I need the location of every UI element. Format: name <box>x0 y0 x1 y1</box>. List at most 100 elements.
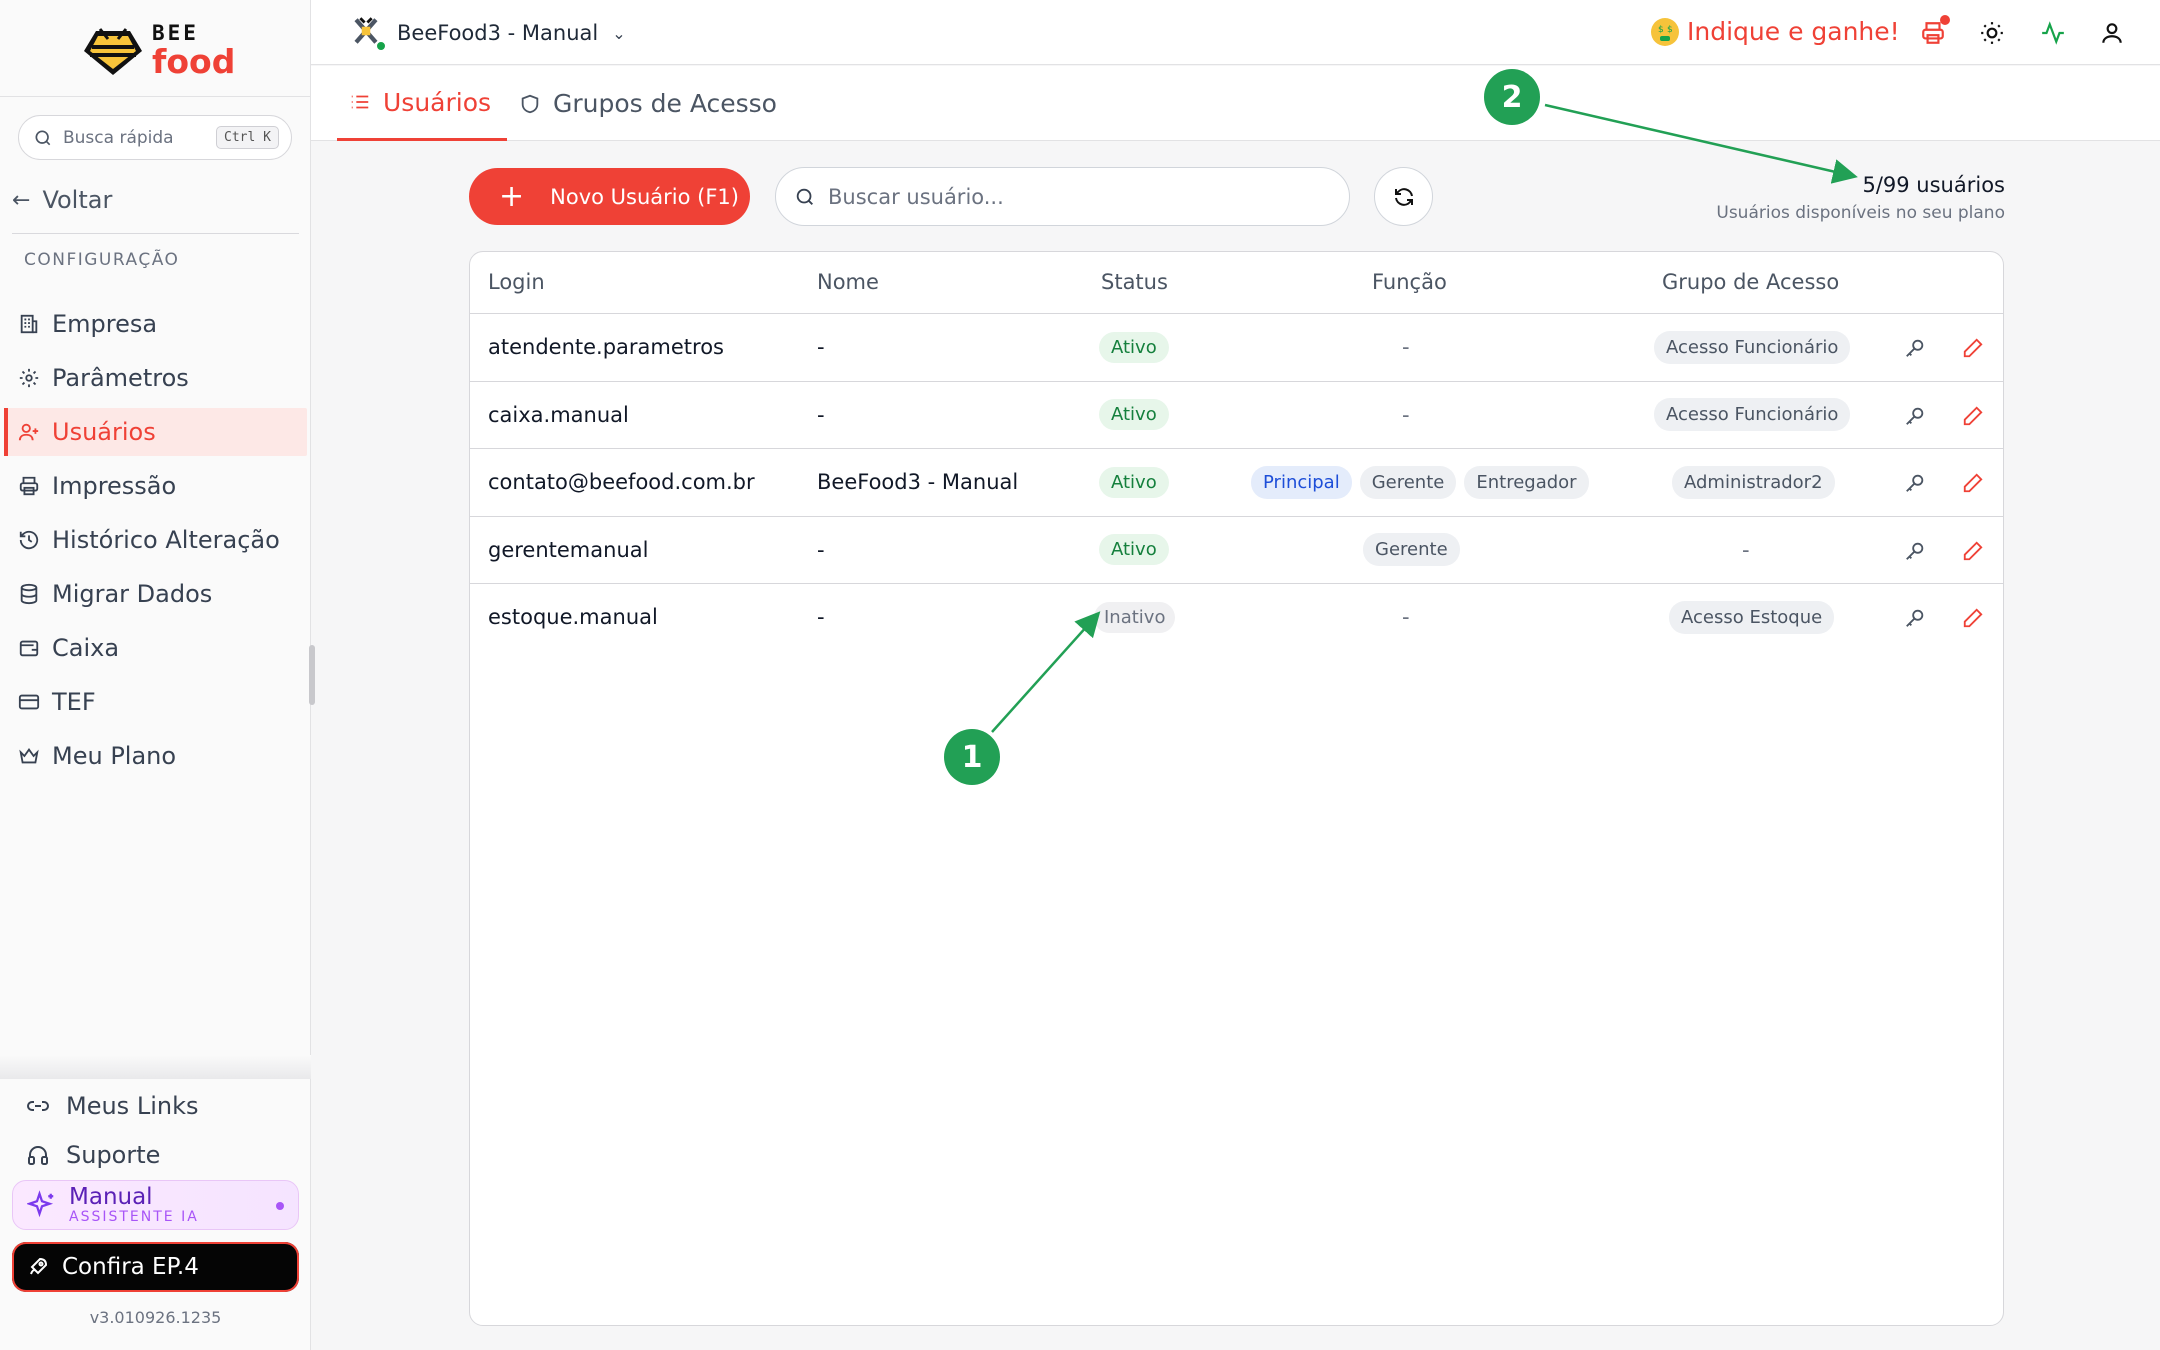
user-menu-button[interactable] <box>2097 18 2127 48</box>
status-badge: Ativo <box>1099 534 1169 565</box>
cell-login: contato@beefood.com.br <box>488 470 755 494</box>
key-icon[interactable] <box>1902 538 1928 564</box>
access-group-chip: Acesso Funcionário <box>1654 330 1851 364</box>
edit-icon[interactable] <box>1960 538 1986 564</box>
table-row[interactable]: estoque.manual - Inativo - Acesso Estoqu… <box>470 584 2003 652</box>
printer-status-button[interactable] <box>1918 15 1950 48</box>
cell-nome: - <box>817 605 825 629</box>
cell-funcao: - <box>1402 605 1410 629</box>
theme-toggle[interactable] <box>1977 18 2007 48</box>
edit-icon[interactable] <box>1960 605 1986 631</box>
role-chip: Entregador <box>1464 465 1589 499</box>
database-icon <box>16 581 42 607</box>
online-status-dot <box>375 40 387 52</box>
sidebar-item-tef[interactable]: TEF <box>4 678 307 726</box>
column-header-funcao[interactable]: Função <box>1372 270 1447 294</box>
sun-icon <box>1981 22 2003 44</box>
users-icon <box>16 419 42 445</box>
quick-search[interactable]: Busca rápida Ctrl K <box>18 115 292 160</box>
app-version: v3.010926.1235 <box>89 1308 222 1327</box>
sidebar-item-label: Parâmetros <box>52 364 189 392</box>
company-name: BeeFood3 - Manual <box>397 21 599 45</box>
sidebar-item-impressao[interactable]: Impressão <box>4 462 307 510</box>
sidebar: BEE food Busca rápida Ctrl K ← Voltar CO… <box>0 0 315 1350</box>
cell-grupo: - <box>1742 537 1750 562</box>
sidebar-item-historico[interactable]: Histórico Alteração <box>4 516 307 564</box>
support-link[interactable]: Suporte <box>26 1141 160 1169</box>
status-dot <box>276 1202 284 1210</box>
episode-button[interactable]: Confira EP.4 <box>12 1242 299 1292</box>
tab-bar: Usuários Grupos de Acesso <box>311 66 2160 141</box>
table-row[interactable]: gerentemanual - Ativo Gerente - <box>470 517 2003 584</box>
arrow-left-icon: ← <box>12 187 31 213</box>
settings-menu: Empresa Parâmetros Usuários Impressão Hi… <box>4 300 307 786</box>
new-user-button[interactable]: + Novo Usuário (F1) <box>469 168 750 225</box>
crown-icon <box>16 743 42 769</box>
edit-icon[interactable] <box>1960 403 1986 429</box>
table-row[interactable]: atendente.parametros - Ativo - Acesso Fu… <box>470 314 2003 382</box>
sidebar-item-empresa[interactable]: Empresa <box>4 300 307 348</box>
list-icon <box>349 91 371 113</box>
printer-icon <box>16 473 42 499</box>
search-input[interactable] <box>828 184 1308 209</box>
cell-login: atendente.parametros <box>488 335 724 359</box>
sidebar-item-migrar-dados[interactable]: Migrar Dados <box>4 570 307 618</box>
sidebar-item-label: Meu Plano <box>52 742 177 770</box>
tab-grupos-de-acesso[interactable]: Grupos de Acesso <box>519 66 777 141</box>
bee-logo-icon <box>84 28 142 75</box>
annotation-marker-2: 2 <box>1484 69 1540 125</box>
referral-link[interactable]: $ $ Indique e ganhe! <box>1651 17 1900 46</box>
sidebar-item-parametros[interactable]: Parâmetros <box>4 354 307 402</box>
key-icon[interactable] <box>1902 335 1928 361</box>
status-badge: Ativo <box>1099 399 1169 430</box>
gear-icon <box>16 365 42 391</box>
back-button[interactable]: ← Voltar <box>12 186 112 214</box>
card-icon <box>16 689 42 715</box>
sidebar-resize-handle[interactable] <box>309 645 315 705</box>
refresh-button[interactable] <box>1374 167 1433 226</box>
table-row[interactable]: contato@beefood.com.br BeeFood3 - Manual… <box>470 449 2003 517</box>
tab-label: Grupos de Acesso <box>553 89 777 118</box>
cell-login: caixa.manual <box>488 402 629 427</box>
column-header-status[interactable]: Status <box>1101 270 1168 294</box>
ai-assistant-button[interactable]: Manual ASSISTENTE IA <box>12 1180 299 1230</box>
rocket-icon <box>26 1255 50 1279</box>
sidebar-item-label: Impressão <box>52 472 177 500</box>
top-bar: BeeFood3 - Manual ⌄ $ $ Indique e ganhe! <box>311 0 2160 65</box>
support-label: Suporte <box>66 1141 161 1169</box>
shortcut-hint: Ctrl K <box>216 126 279 149</box>
cell-nome: - <box>817 537 825 562</box>
edit-icon[interactable] <box>1960 470 1986 496</box>
role-chip: Gerente <box>1359 465 1457 499</box>
sidebar-item-caixa[interactable]: Caixa <box>4 624 307 672</box>
assistant-title: Manual <box>69 1183 153 1210</box>
key-icon[interactable] <box>1902 403 1928 429</box>
sidebar-item-meu-plano[interactable]: Meu Plano <box>4 732 307 780</box>
users-count: 5/99 usuários <box>1862 173 2005 197</box>
episode-label: Confira EP.4 <box>62 1254 199 1280</box>
key-icon[interactable] <box>1902 470 1928 496</box>
edit-icon[interactable] <box>1960 335 1986 361</box>
divider <box>0 1055 311 1079</box>
role-chip: Gerente <box>1363 533 1460 566</box>
headphones-icon <box>26 1143 54 1167</box>
table-header: Login Nome Status Função Grupo de Acesso <box>470 252 2003 314</box>
tab-usuarios[interactable]: Usuários <box>337 66 507 141</box>
column-header-grupo[interactable]: Grupo de Acesso <box>1662 270 1839 294</box>
company-selector[interactable]: BeeFood3 - Manual ⌄ <box>349 14 626 52</box>
search-icon <box>796 188 813 205</box>
column-header-login[interactable]: Login <box>488 270 545 294</box>
activity-button[interactable] <box>2038 18 2068 48</box>
sidebar-item-usuarios[interactable]: Usuários <box>4 408 307 456</box>
table-row[interactable]: caixa.manual - Ativo - Acesso Funcionári… <box>470 382 2003 449</box>
quick-search-placeholder: Busca rápida <box>63 127 174 148</box>
my-links-link[interactable]: Meus Links <box>26 1092 198 1120</box>
app-logo[interactable]: BEE food <box>78 20 238 80</box>
column-header-nome[interactable]: Nome <box>817 270 879 294</box>
divider <box>0 96 311 97</box>
user-search <box>775 167 1350 226</box>
logo-text-top: BEE <box>152 20 199 45</box>
money-face-icon: $ $ <box>1651 17 1679 46</box>
key-icon[interactable] <box>1902 605 1928 631</box>
sidebar-item-label: Migrar Dados <box>52 580 213 608</box>
